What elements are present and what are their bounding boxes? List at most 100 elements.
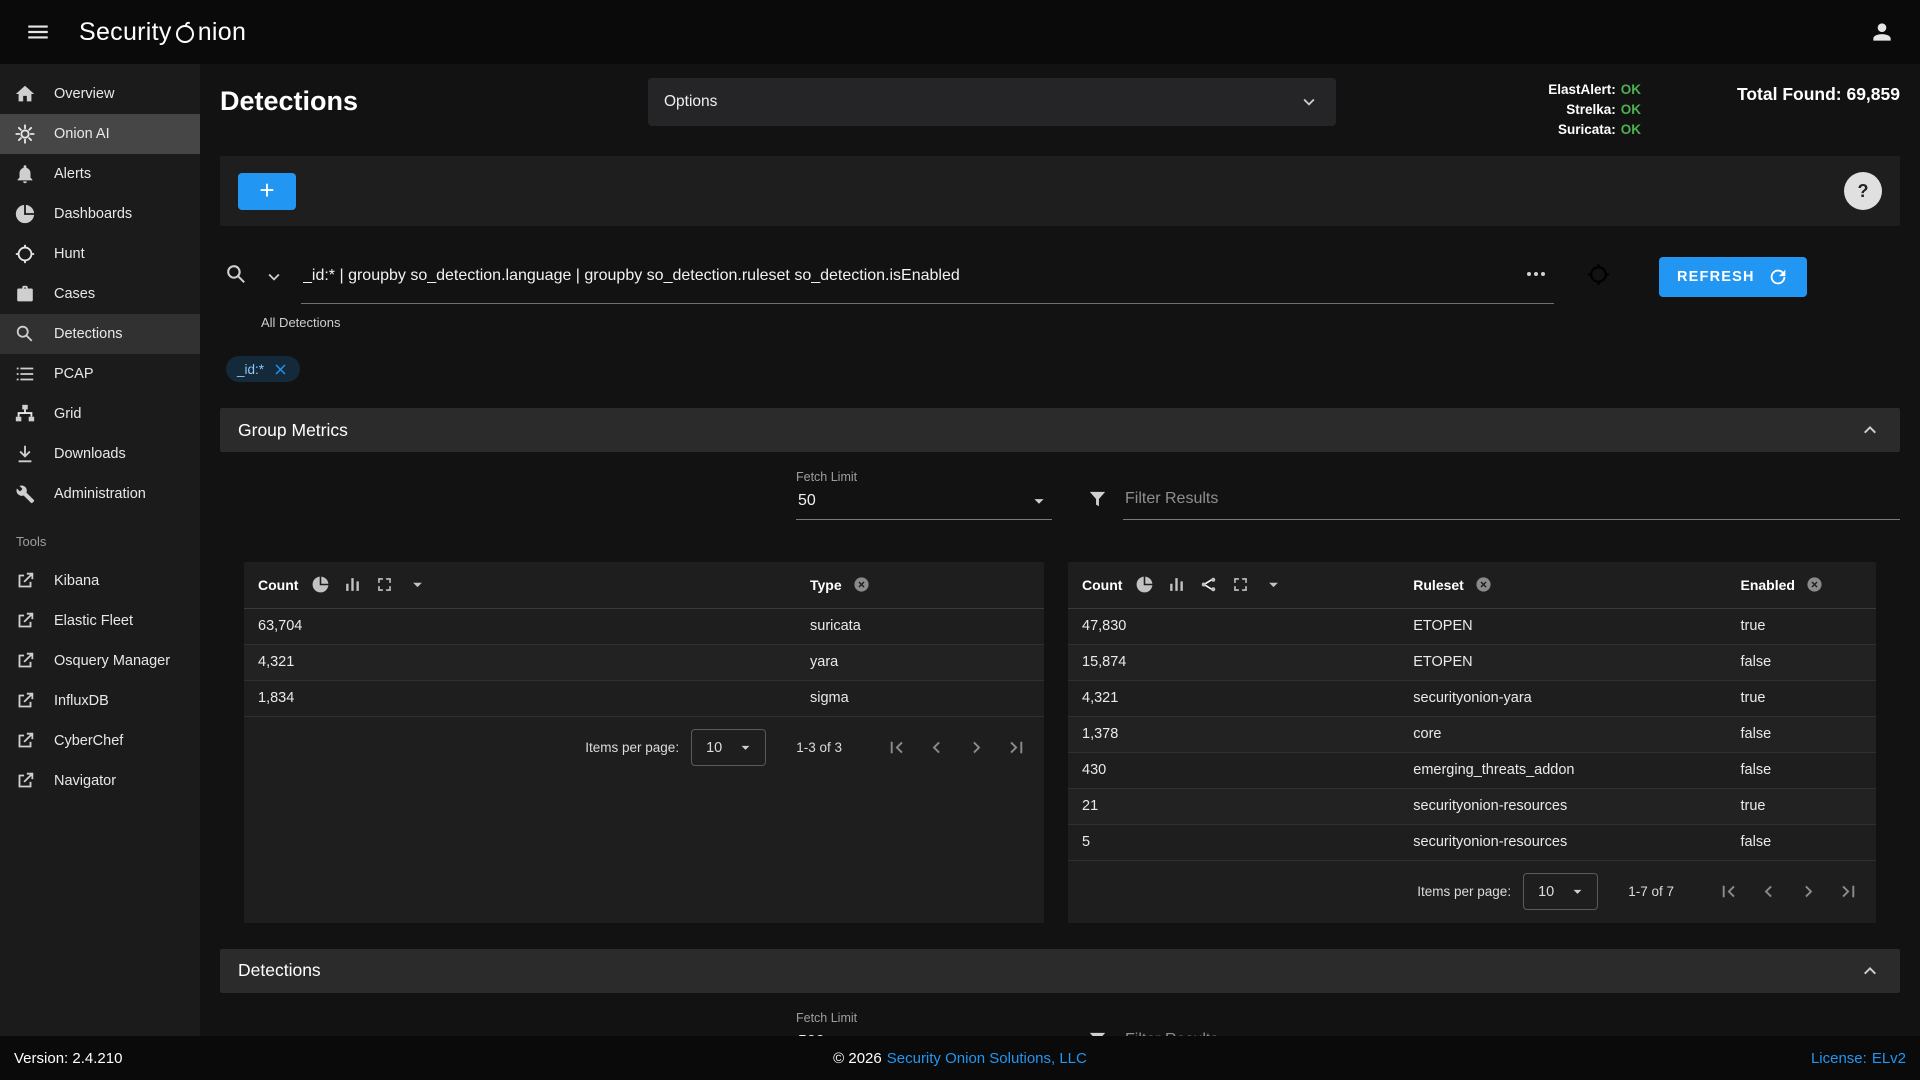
table-row[interactable]: 15,874 ETOPEN false bbox=[1068, 644, 1876, 680]
query-input[interactable]: _id:* | groupby so_detection.language | … bbox=[301, 254, 1554, 304]
fetch-limit-select[interactable]: Fetch Limit 50 bbox=[796, 470, 1052, 520]
next-page-button[interactable] bbox=[956, 728, 996, 768]
chip-close-icon[interactable] bbox=[272, 361, 289, 378]
status-suricata: Suricata:OK bbox=[1548, 120, 1641, 140]
external-link-icon bbox=[14, 690, 36, 712]
external-link-icon bbox=[14, 770, 36, 792]
previous-page-button[interactable] bbox=[1748, 872, 1788, 912]
options-dropdown[interactable]: Options bbox=[648, 78, 1336, 126]
sidebar-item-hunt[interactable]: Hunt bbox=[0, 234, 200, 274]
remove-group-icon[interactable] bbox=[1475, 576, 1492, 593]
count-cell: 5 bbox=[1068, 824, 1399, 860]
sidebar-item-label: Detections bbox=[54, 326, 123, 342]
group-metrics-section-header[interactable]: Group Metrics bbox=[220, 408, 1900, 452]
table-row[interactable]: 5 securityonion-resources false bbox=[1068, 824, 1876, 860]
sidebar-item-downloads[interactable]: Downloads bbox=[0, 434, 200, 474]
expand-icon[interactable] bbox=[1231, 575, 1250, 594]
sidebar-item-overview[interactable]: Overview bbox=[0, 74, 200, 114]
sidebar-item-onion-ai[interactable]: Onion AI bbox=[0, 114, 200, 154]
table-row[interactable]: 1,378 core false bbox=[1068, 716, 1876, 752]
last-page-button[interactable] bbox=[1828, 872, 1868, 912]
last-page-button[interactable] bbox=[996, 728, 1036, 768]
sidebar-item-pcap[interactable]: PCAP bbox=[0, 354, 200, 394]
refresh-button[interactable]: REFRESH bbox=[1659, 257, 1807, 297]
caret-down-icon[interactable] bbox=[1263, 574, 1284, 595]
status-elastalert: ElastAlert:OK bbox=[1548, 80, 1641, 100]
sidebar-item-elastic-fleet[interactable]: Elastic Fleet bbox=[0, 601, 200, 641]
filter-chip[interactable]: _id:* bbox=[226, 356, 300, 382]
count-cell: 430 bbox=[1068, 752, 1399, 788]
security-onion-logo: Security nion bbox=[72, 18, 246, 47]
hamburger-menu-button[interactable] bbox=[14, 8, 62, 56]
query-more-button[interactable] bbox=[1520, 262, 1552, 289]
first-page-button[interactable] bbox=[1708, 872, 1748, 912]
quick-actions-button[interactable] bbox=[1586, 262, 1611, 290]
sidebar-item-administration[interactable]: Administration bbox=[0, 474, 200, 514]
user-account-button[interactable] bbox=[1858, 8, 1906, 56]
items-per-page-value: 10 bbox=[1538, 884, 1554, 900]
query-expand-chevron-icon[interactable] bbox=[263, 266, 285, 288]
type-cell: suricata bbox=[796, 608, 1044, 644]
sidebar-item-cases[interactable]: Cases bbox=[0, 274, 200, 314]
expand-icon[interactable] bbox=[375, 575, 394, 594]
collapse-chevron-icon[interactable] bbox=[1858, 418, 1882, 442]
next-page-button[interactable] bbox=[1788, 872, 1828, 912]
enabled-cell: true bbox=[1727, 680, 1877, 716]
fetch-limit-select[interactable]: Fetch Limit 500 bbox=[796, 1011, 1052, 1037]
sidebar-item-influxdb[interactable]: InfluxDB bbox=[0, 681, 200, 721]
table-row[interactable]: 21 securityonion-resources true bbox=[1068, 788, 1876, 824]
count-cell: 63,704 bbox=[244, 608, 796, 644]
bar-chart-icon[interactable] bbox=[343, 575, 362, 594]
collapse-chevron-icon[interactable] bbox=[1858, 959, 1882, 983]
type-metrics-table: Count Type bbox=[244, 562, 1044, 717]
search-icon bbox=[224, 262, 249, 287]
items-per-page-select[interactable]: 10 bbox=[1523, 873, 1598, 910]
items-per-page-value: 10 bbox=[706, 740, 722, 756]
network-icon bbox=[14, 403, 36, 425]
sidebar-item-grid[interactable]: Grid bbox=[0, 394, 200, 434]
sidebar-item-cyberchef[interactable]: CyberChef bbox=[0, 721, 200, 761]
sidebar-item-osquery-manager[interactable]: Osquery Manager bbox=[0, 641, 200, 681]
pie-chart-icon[interactable] bbox=[1135, 575, 1154, 594]
pie-chart-icon bbox=[14, 203, 36, 225]
ruleset-cell: emerging_threats_addon bbox=[1399, 752, 1726, 788]
sidebar-item-navigator[interactable]: Navigator bbox=[0, 761, 200, 801]
ruleset-cell: ETOPEN bbox=[1399, 644, 1726, 680]
remove-group-icon[interactable] bbox=[853, 576, 870, 593]
logo-text-nion: nion bbox=[198, 18, 246, 47]
options-dropdown-label: Options bbox=[664, 93, 717, 111]
filter-results-input[interactable] bbox=[1123, 484, 1900, 520]
sidebar-item-dashboards[interactable]: Dashboards bbox=[0, 194, 200, 234]
table-row[interactable]: 430 emerging_threats_addon false bbox=[1068, 752, 1876, 788]
caret-down-icon[interactable] bbox=[407, 574, 428, 595]
bar-chart-icon[interactable] bbox=[1167, 575, 1186, 594]
sankey-chart-icon[interactable] bbox=[1199, 575, 1218, 594]
table-row[interactable]: 4,321 yara bbox=[244, 644, 1044, 680]
filter-results-input[interactable] bbox=[1123, 1025, 1900, 1037]
sidebar-item-kibana[interactable]: Kibana bbox=[0, 561, 200, 601]
detections-section-header[interactable]: Detections bbox=[220, 949, 1900, 993]
pie-chart-icon[interactable] bbox=[311, 575, 330, 594]
table-row[interactable]: 4,321 securityonion-yara true bbox=[1068, 680, 1876, 716]
caret-down-icon bbox=[1028, 1031, 1050, 1037]
help-button[interactable]: ? bbox=[1844, 172, 1882, 210]
remove-group-icon[interactable] bbox=[1806, 576, 1823, 593]
page-first-icon bbox=[885, 736, 908, 759]
license-link[interactable]: ELv2 bbox=[1872, 1050, 1906, 1067]
table-row[interactable]: 1,834 sigma bbox=[244, 680, 1044, 716]
add-detection-button[interactable]: + bbox=[238, 173, 296, 210]
dots-horizontal-icon bbox=[1524, 262, 1548, 286]
first-page-button[interactable] bbox=[876, 728, 916, 768]
count-cell: 1,834 bbox=[244, 680, 796, 716]
sidebar-item-detections[interactable]: Detections bbox=[0, 314, 200, 354]
table-row[interactable]: 47,830 ETOPEN true bbox=[1068, 608, 1876, 644]
previous-page-button[interactable] bbox=[916, 728, 956, 768]
company-link[interactable]: Security Onion Solutions, LLC bbox=[887, 1050, 1087, 1067]
app-footer: Version: 2.4.210 © 2026Security Onion So… bbox=[0, 1036, 1920, 1080]
sidebar-item-label: Navigator bbox=[54, 773, 116, 789]
sidebar-item-alerts[interactable]: Alerts bbox=[0, 154, 200, 194]
sidebar-item-label: CyberChef bbox=[54, 733, 123, 749]
table-row[interactable]: 63,704 suricata bbox=[244, 608, 1044, 644]
magnify-icon bbox=[14, 323, 36, 345]
items-per-page-select[interactable]: 10 bbox=[691, 729, 766, 766]
